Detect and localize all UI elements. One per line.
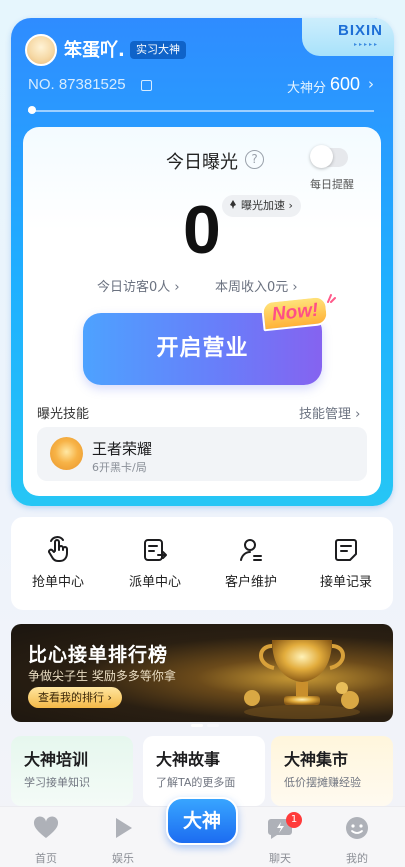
- quick-action-customer[interactable]: 客户维护: [206, 536, 296, 590]
- tab-label: 聊天: [269, 852, 291, 865]
- daily-remind-label: 每日提醒: [310, 178, 354, 191]
- income-link[interactable]: 本周收入0元 ›: [215, 276, 298, 295]
- level-progress-track: [28, 110, 374, 112]
- game-icon: [50, 437, 83, 470]
- feature-desc: 低价摆摊赚经验: [284, 776, 361, 789]
- carousel-dot: [207, 724, 219, 727]
- quick-action-records[interactable]: 接单记录: [301, 536, 391, 590]
- copy-icon[interactable]: [141, 80, 152, 91]
- toggle-knob[interactable]: [310, 145, 333, 168]
- view-ranking-label: 查看我的排行: [38, 691, 104, 704]
- avatar[interactable]: [25, 34, 57, 66]
- tab-label: 娱乐: [112, 852, 134, 865]
- skills-manage-link[interactable]: 技能管理 ›: [299, 403, 360, 422]
- exposure-title: 今日曝光: [166, 152, 238, 173]
- brand-arrows-icon: ▸▸▸▸▸: [353, 41, 379, 48]
- carousel-dots: [191, 712, 223, 731]
- exposure-boost-button[interactable]: 曝光加速 ›: [222, 195, 301, 217]
- user-number: NO. 87381525: [28, 76, 126, 93]
- tab-label: 我的: [346, 852, 368, 865]
- boost-label: 曝光加速: [241, 199, 285, 212]
- center-main-label[interactable]: 大神: [166, 797, 238, 845]
- record-icon: [335, 539, 357, 561]
- chevron-right-icon: ›: [285, 199, 293, 212]
- quick-action-label: 派单中心: [128, 575, 181, 590]
- quick-action-label: 客户维护: [224, 575, 277, 590]
- heart-icon: [33, 816, 59, 838]
- feature-card-training[interactable]: 大神培训 学习接单知识: [11, 736, 133, 806]
- level-badge: 实习大神: [130, 41, 186, 59]
- banner-subtitle: 争做尖子生 奖励多多等你拿: [28, 669, 176, 683]
- skills-title: 曝光技能: [37, 407, 90, 422]
- tab-entertainment[interactable]: 娱乐: [93, 816, 153, 866]
- score-value[interactable]: 600: [330, 74, 360, 95]
- feature-desc: 了解TA的更多面: [156, 776, 236, 789]
- tab-home[interactable]: 首页: [16, 816, 76, 866]
- chevron-right-icon[interactable]: ›: [368, 75, 374, 93]
- quick-action-dispatch[interactable]: 派单中心: [110, 536, 200, 590]
- face-icon: [346, 817, 368, 839]
- banner-title: 比心接单排行榜: [28, 644, 169, 666]
- feature-desc: 学习接单知识: [24, 776, 90, 789]
- skills-manage-label: 技能管理: [299, 407, 352, 422]
- view-ranking-button[interactable]: 查看我的排行 ›: [28, 687, 122, 708]
- feature-title: 大神培训: [24, 750, 89, 769]
- chat-unread-badge: 1: [286, 812, 302, 828]
- tab-me[interactable]: 我的: [327, 816, 387, 866]
- visitors-link[interactable]: 今日访客0人 ›: [97, 276, 180, 295]
- tab-label: 首页: [35, 852, 57, 865]
- trophy-icon: [244, 640, 360, 719]
- feature-title: 大神集市: [284, 750, 349, 769]
- skill-name: 王者荣耀: [92, 440, 153, 458]
- income-label: 本周收入0元: [215, 280, 289, 295]
- carousel-dot: [191, 724, 203, 727]
- feature-title: 大神故事: [156, 750, 221, 769]
- visitors-label: 今日访客0人: [97, 280, 171, 295]
- customer-icon: [240, 539, 262, 561]
- exposure-count: 0: [183, 192, 221, 268]
- tap-hand-icon: [48, 536, 68, 562]
- sparkle-icon: [327, 294, 336, 303]
- rocket-icon: [230, 200, 236, 209]
- quick-action-grab[interactable]: 抢单中心: [13, 536, 103, 590]
- feature-card-stories[interactable]: 大神故事 了解TA的更多面: [143, 736, 265, 806]
- brand-logo: BIXIN: [337, 22, 383, 39]
- feature-card-market[interactable]: 大神集市 低价摆摊赚经验: [271, 736, 393, 806]
- level-progress-marker: [28, 106, 36, 114]
- help-icon[interactable]: ?: [245, 150, 264, 169]
- score-label[interactable]: 大神分: [287, 77, 326, 96]
- play-icon: [116, 818, 132, 838]
- nickname: 笨蛋吖.: [64, 40, 125, 61]
- quick-action-label: 抢单中心: [31, 575, 84, 590]
- skill-card[interactable]: [37, 427, 367, 481]
- skill-desc: 6开黑卡/局: [92, 461, 147, 474]
- quick-action-label: 接单记录: [319, 575, 372, 590]
- dispatch-icon: [144, 539, 167, 561]
